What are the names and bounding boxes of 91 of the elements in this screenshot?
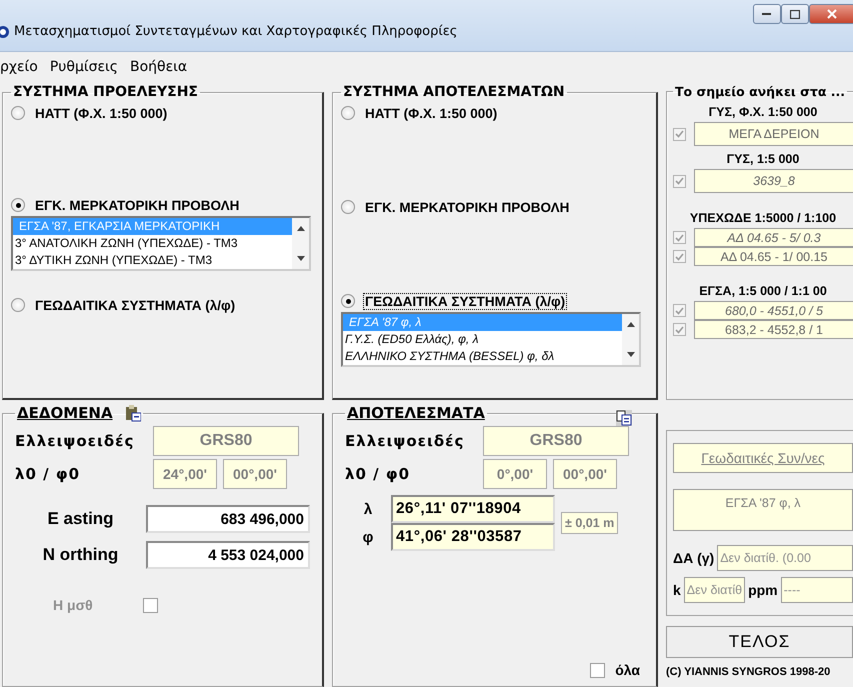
radio-button[interactable] — [11, 198, 25, 212]
list-box[interactable]: ΕΓΣΑ '87, ΕΓΚΑΡΣΙΑ ΜΕΡΚΑΤΟΡΙΚΗ 3° ΑΝΑΤΟΛΙΚΗ ΖΩΝΗ (ΥΠΕΧΩΔΕ) - ΤΜ3 3° ΔΥΤΙΚΗ ΖΩΝΗ (ΥΠΕΧΩΔΕ) - ΤΜ3 — [11, 216, 311, 271]
field-label: Ελλειψοειδές — [15, 432, 136, 450]
option-label[interactable]: ΕΓΚ. ΜΕΡΚΑΤΟΡΙΚΗ ΠΡΟΒΟΛΗ — [33, 196, 242, 214]
window-title: Μετασχηματισμοί Συντεταγμένων και Χαρτογραφικές Πληροφορίες — [14, 24, 458, 39]
coordinate-field: 26°,11' 07''18904 — [391, 495, 555, 523]
field-label: φ — [362, 528, 374, 546]
value-field: ΑΔ 04.65 - 5/ 0.3 — [694, 228, 853, 247]
end-button[interactable]: ΤΕΛΟΣ — [666, 626, 853, 658]
up-arrow-icon[interactable] — [296, 226, 304, 231]
panel-title: ΣΥΣΤΗΜΑ ΠΡΟΕΛΕΥΣΗΣ — [12, 84, 199, 100]
maximize-button[interactable] — [781, 4, 809, 24]
checkbox[interactable] — [673, 250, 686, 263]
checkbox[interactable] — [673, 231, 686, 244]
link[interactable]: Γεωδαιτικές Συν/νες — [673, 443, 853, 473]
option-label[interactable]: ΗΑΤΤ (Φ.Χ. 1:50 000) — [363, 104, 500, 122]
copy-icon[interactable] — [616, 410, 632, 426]
value-field: ΑΔ 04.65 - 1/ 00.15 — [694, 247, 853, 266]
list-box[interactable]: ΕΓΣΑ '87 φ, λ Γ.Υ.Σ. (ED50 Ελλάς), φ, λ ΕΛΛΗΝΙΚΟ ΣΥΣΤΗΜΑ (BESSEL) φ, δλ — [341, 312, 641, 367]
value-field: ΜΕΓΑ ΔΕΡΕΙΟΝ — [694, 122, 853, 146]
group-heading: ΥΠΕΧΩΔΕ 1:5000 / 1:100 — [688, 210, 838, 227]
group-heading: ΓΥΣ, Φ.Χ. 1:50 000 — [708, 104, 818, 121]
option-label[interactable]: ΓΕΩΔΑΙΤΙΚΑ ΣΥΣΤΗΜΑΤΑ (λ/φ) — [33, 296, 238, 314]
field-label: ΔΑ (γ) — [673, 550, 714, 566]
checkbox-label: Η μσθ — [53, 597, 93, 613]
ellipsoid-field: GRS80 — [153, 426, 299, 456]
down-arrow-icon[interactable] — [296, 256, 304, 261]
checkbox[interactable] — [673, 304, 686, 317]
value-field: ---- — [780, 577, 853, 603]
scrollbar[interactable] — [292, 218, 309, 269]
clipboard-icon[interactable] — [124, 404, 141, 422]
menu-item[interactable]: Βοήθεια — [130, 59, 188, 75]
close-icon — [827, 9, 837, 19]
value-field: 680,0 - 4551,0 / 5 — [694, 301, 853, 320]
panel-title: ΣΥΣΤΗΜΑ ΑΠΟΤΕΛΕΣΜΑΤΩΝ — [342, 84, 566, 100]
lambda0-field: 24°,00' — [153, 459, 217, 489]
menu-item[interactable]: Ρυθμίσεις — [50, 59, 118, 75]
ellipsoid-field: GRS80 — [483, 426, 629, 456]
value-field: 683,2 - 4552,8 / 1 — [694, 320, 853, 339]
up-arrow-icon[interactable] — [626, 322, 634, 327]
field-label: k — [673, 582, 681, 598]
lambda0-field: 0°,00' — [483, 459, 547, 489]
radio-button[interactable] — [11, 106, 25, 120]
field-label: Ελλειψοειδές — [345, 432, 466, 450]
globe-icon — [0, 25, 10, 39]
input-field[interactable]: 683 496,000 — [146, 505, 310, 533]
radio-button[interactable] — [11, 298, 25, 312]
value-field: Δεν διατίθ — [684, 577, 746, 603]
panel-title[interactable]: ΑΠΟΤΕΛΕΣΜΑΤΑ — [347, 404, 485, 422]
phi0-field: 00°,00' — [223, 459, 287, 489]
field-label: ppm — [748, 582, 778, 598]
group-heading: ΓΥΣ, 1:5 000 — [726, 151, 800, 168]
panel-title: Το σημείο ανήκει στα ... — [674, 84, 846, 99]
close-button[interactable] — [809, 4, 853, 24]
field-label: λ0 / φ0 — [345, 465, 412, 483]
maximize-icon — [790, 10, 800, 18]
list-item[interactable]: 3° ΑΝΑΤΟΛΙΚΗ ΖΩΝΗ (ΥΠΕΧΩΔΕ) - ΤΜ3 — [13, 235, 292, 252]
value-field: 3639_8 — [694, 169, 853, 193]
radio-button[interactable] — [341, 294, 355, 308]
accuracy-field: ± 0,01 m — [561, 512, 618, 534]
minimize-button[interactable] — [753, 4, 781, 24]
option-label[interactable]: ΓΕΩΔΑΙΤΙΚΑ ΣΥΣΤΗΜΑΤΑ (λ/φ) — [363, 292, 568, 310]
group-heading: ΕΓΣΑ, 1:5 000 / 1:1 00 — [698, 283, 828, 300]
input-field[interactable]: 4 553 024,000 — [146, 541, 310, 569]
field-label: N orthing — [42, 545, 120, 565]
panel-title[interactable]: ΔΕΔΟΜΕΝΑ — [17, 404, 113, 422]
checkbox[interactable] — [673, 323, 686, 336]
phi0-field: 00°,00' — [553, 459, 617, 489]
down-arrow-icon[interactable] — [626, 352, 634, 357]
list-item[interactable]: Γ.Υ.Σ. (ED50 Ελλάς), φ, λ — [343, 331, 622, 348]
field-label: E asting — [46, 509, 115, 529]
option-label[interactable]: ΗΑΤΤ (Φ.Χ. 1:50 000) — [33, 104, 170, 122]
radio-button[interactable] — [341, 106, 355, 120]
radio-button[interactable] — [341, 200, 355, 214]
checkbox-label: όλα — [615, 662, 640, 678]
field-label: λ0 / φ0 — [15, 465, 82, 483]
option-label[interactable]: ΕΓΚ. ΜΕΡΚΑΤΟΡΙΚΗ ΠΡΟΒΟΛΗ — [363, 198, 572, 216]
system-field: ΕΓΣΑ '87 φ, λ — [673, 489, 853, 531]
value-field: Δεν διατίθ. (0.00 — [717, 545, 853, 571]
copyright-text: (C) YIANNIS SYNGROS 1998-20 — [666, 666, 832, 678]
field-label: λ — [362, 500, 374, 518]
checkbox[interactable] — [590, 662, 606, 678]
checkbox[interactable] — [142, 598, 158, 612]
minimize-icon — [762, 12, 772, 16]
checkbox[interactable] — [673, 174, 686, 188]
checkbox[interactable] — [673, 128, 686, 140]
coordinate-field: 41°,06' 28''03587 — [391, 523, 555, 551]
scrollbar[interactable] — [622, 314, 639, 365]
menu-item[interactable]: ρχείο — [0, 59, 38, 75]
list-item[interactable]: 3° ΔΥΤΙΚΗ ΖΩΝΗ (ΥΠΕΧΩΔΕ) - ΤΜ3 — [13, 252, 292, 269]
list-item[interactable]: ΕΛΛΗΝΙΚΟ ΣΥΣΤΗΜΑ (BESSEL) φ, δλ — [343, 348, 622, 365]
